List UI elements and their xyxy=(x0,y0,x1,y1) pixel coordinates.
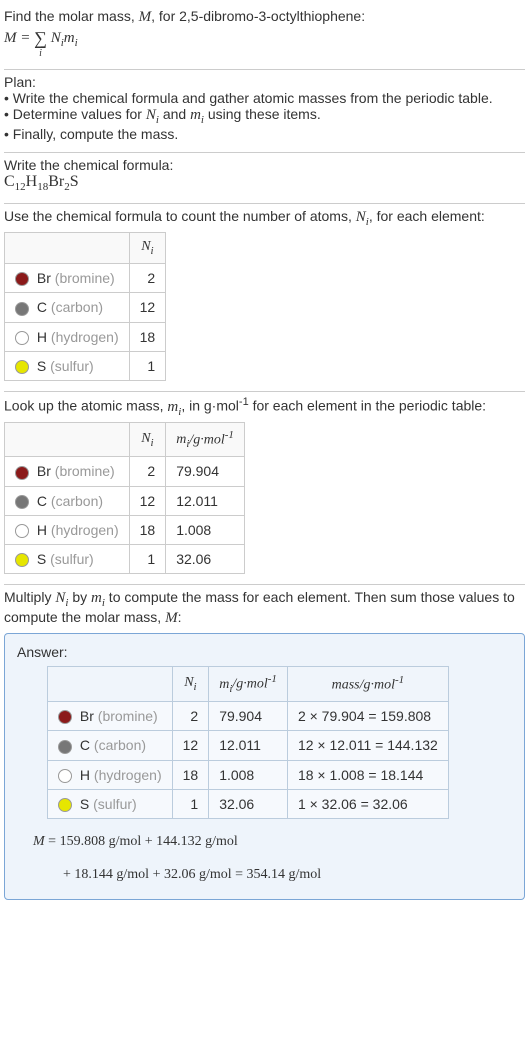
header-mi: mi/g·mol-1 xyxy=(166,422,245,456)
element-cell: C (carbon) xyxy=(48,731,173,760)
m-cell: 1.008 xyxy=(209,760,288,789)
count-section: Use the chemical formula to count the nu… xyxy=(4,204,525,391)
m-cell: 32.06 xyxy=(209,789,288,818)
m-cell: 79.904 xyxy=(209,701,288,730)
table-row: S (sulfur) 1 32.06 1 × 32.06 = 32.06 xyxy=(48,789,449,818)
header-ni: Ni xyxy=(129,422,166,456)
final-line1: M = 159.808 g/mol + 144.132 g/mol xyxy=(17,831,512,852)
n-cell: 18 xyxy=(129,322,166,351)
intro-section: Find the molar mass, M, for 2,5-dibromo-… xyxy=(4,4,525,69)
table-row: C (carbon) 12 xyxy=(5,293,166,322)
element-swatch xyxy=(58,769,72,783)
table-row: Br (bromine) 2 xyxy=(5,263,166,292)
n-cell: 18 xyxy=(172,760,209,789)
mass-cell: 1 × 32.06 = 32.06 xyxy=(287,789,448,818)
m-cell: 1.008 xyxy=(166,515,245,544)
table-row: H (hydrogen) 18 1.008 18 × 1.008 = 18.14… xyxy=(48,760,449,789)
element-cell: S (sulfur) xyxy=(5,545,130,574)
mass-title: Look up the atomic mass, mi, in g·mol-1 … xyxy=(4,396,525,418)
table-row: C (carbon) 12 12.011 12 × 12.011 = 144.1… xyxy=(48,731,449,760)
answer-box: Answer: Ni mi/g·mol-1 mass/g·mol-1 Br (b… xyxy=(4,633,525,900)
n-cell: 12 xyxy=(129,293,166,322)
m-cell: 79.904 xyxy=(166,457,245,486)
formula-section: Write the chemical formula: C12H18Br2S xyxy=(4,153,525,203)
table-row: Br (bromine) 2 79.904 xyxy=(5,457,245,486)
formula-title: Write the chemical formula: xyxy=(4,157,525,173)
n-cell: 12 xyxy=(129,486,166,515)
element-cell: H (hydrogen) xyxy=(5,515,130,544)
element-swatch xyxy=(15,331,29,345)
n-cell: 2 xyxy=(129,263,166,292)
element-swatch xyxy=(15,495,29,509)
m-cell: 32.06 xyxy=(166,545,245,574)
n-cell: 18 xyxy=(129,515,166,544)
element-cell: H (hydrogen) xyxy=(48,760,173,789)
table-row: Br (bromine) 2 79.904 2 × 79.904 = 159.8… xyxy=(48,701,449,730)
answer-label: Answer: xyxy=(17,644,512,660)
element-cell: Br (bromine) xyxy=(5,263,130,292)
element-cell: C (carbon) xyxy=(5,486,130,515)
element-swatch xyxy=(58,798,72,812)
plan-bullet-1: • Write the chemical formula and gather … xyxy=(4,90,525,106)
mass-section: Look up the atomic mass, mi, in g·mol-1 … xyxy=(4,392,525,584)
table-row: H (hydrogen) 18 1.008 xyxy=(5,515,245,544)
m-cell: 12.011 xyxy=(166,486,245,515)
table-row: S (sulfur) 1 32.06 xyxy=(5,545,245,574)
multiply-section: Multiply Ni by mi to compute the mass fo… xyxy=(4,585,525,910)
n-cell: 1 xyxy=(129,545,166,574)
element-swatch xyxy=(15,272,29,286)
final-line2: + 18.144 g/mol + 32.06 g/mol = 354.14 g/… xyxy=(17,864,512,885)
element-swatch xyxy=(15,466,29,480)
element-cell: C (carbon) xyxy=(5,293,130,322)
header-ni: Ni xyxy=(172,667,209,701)
count-table: Ni Br (bromine) 2 C (carbon) 12 H (hydro… xyxy=(4,232,166,381)
header-mass: mass/g·mol-1 xyxy=(287,667,448,701)
n-cell: 2 xyxy=(172,701,209,730)
table-row: C (carbon) 12 12.011 xyxy=(5,486,245,515)
table-row: H (hydrogen) 18 xyxy=(5,322,166,351)
answer-table: Ni mi/g·mol-1 mass/g·mol-1 Br (bromine) … xyxy=(47,666,449,819)
element-swatch xyxy=(15,302,29,316)
plan-title: Plan: xyxy=(4,74,525,90)
mass-table: Ni mi/g·mol-1 Br (bromine) 2 79.904 C (c… xyxy=(4,422,245,575)
chemical-formula: C12H18Br2S xyxy=(4,173,525,193)
count-title: Use the chemical formula to count the nu… xyxy=(4,208,525,228)
header-mi: mi/g·mol-1 xyxy=(209,667,288,701)
element-swatch xyxy=(15,360,29,374)
n-cell: 2 xyxy=(129,457,166,486)
intro-line: Find the molar mass, M, for 2,5-dibromo-… xyxy=(4,8,525,26)
mass-cell: 12 × 12.011 = 144.132 xyxy=(287,731,448,760)
multiply-title: Multiply Ni by mi to compute the mass fo… xyxy=(4,589,525,627)
element-cell: S (sulfur) xyxy=(5,351,130,380)
n-cell: 1 xyxy=(129,351,166,380)
mass-cell: 18 × 1.008 = 18.144 xyxy=(287,760,448,789)
table-row: S (sulfur) 1 xyxy=(5,351,166,380)
mass-cell: 2 × 79.904 = 159.808 xyxy=(287,701,448,730)
element-cell: S (sulfur) xyxy=(48,789,173,818)
element-cell: Br (bromine) xyxy=(5,457,130,486)
element-swatch xyxy=(58,740,72,754)
element-swatch xyxy=(15,524,29,538)
m-cell: 12.011 xyxy=(209,731,288,760)
n-cell: 1 xyxy=(172,789,209,818)
intro-equation: M = ∑i Nimi xyxy=(4,26,525,59)
n-cell: 12 xyxy=(172,731,209,760)
element-cell: Br (bromine) xyxy=(48,701,173,730)
plan-section: Plan: • Write the chemical formula and g… xyxy=(4,70,525,152)
element-swatch xyxy=(58,710,72,724)
element-cell: H (hydrogen) xyxy=(5,322,130,351)
header-ni: Ni xyxy=(129,233,166,264)
element-swatch xyxy=(15,553,29,567)
plan-bullet-3: • Finally, compute the mass. xyxy=(4,126,525,142)
plan-bullet-2: • Determine values for Ni and mi using t… xyxy=(4,106,525,126)
